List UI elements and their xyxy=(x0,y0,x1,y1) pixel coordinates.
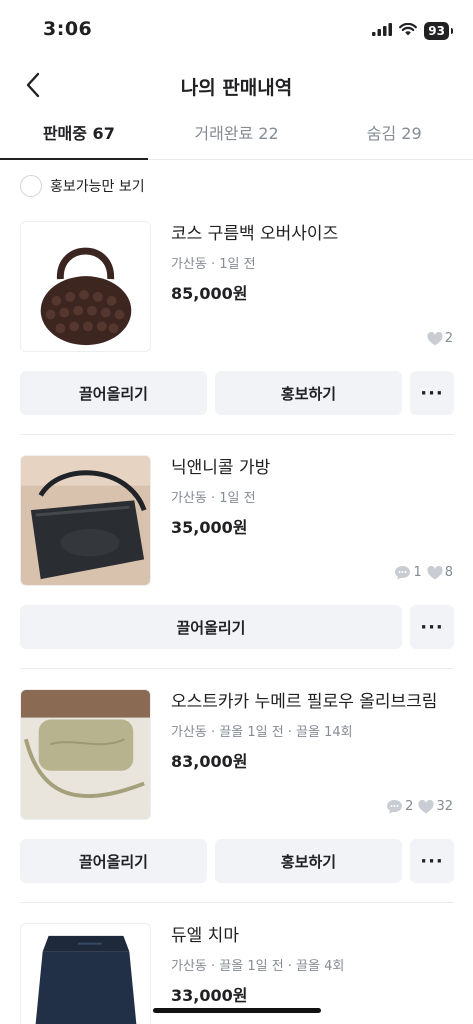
item-price: 33,000원 xyxy=(171,986,248,1005)
divider xyxy=(20,434,454,435)
status-icons: 93 xyxy=(372,21,453,40)
bag-image xyxy=(21,456,150,585)
heart-icon xyxy=(418,799,434,813)
like-count: 32 xyxy=(418,799,453,814)
more-button[interactable]: ··· xyxy=(410,839,454,883)
battery-icon: 93 xyxy=(424,21,453,40)
chat-count-value: 2 xyxy=(405,799,414,814)
item-counts: 2 32 xyxy=(386,799,453,814)
promo-filter-label: 홍보가능만 보기 xyxy=(50,179,145,195)
more-button[interactable]: ··· xyxy=(410,371,454,415)
item-price: 35,000원 xyxy=(171,518,248,537)
item-thumbnail[interactable] xyxy=(20,689,151,820)
promo-filter[interactable]: 홍보가능만 보기 xyxy=(20,175,145,197)
item-price: 85,000원 xyxy=(171,284,248,303)
divider xyxy=(20,902,454,903)
tab-completed[interactable]: 거래완료 22 xyxy=(158,112,316,159)
item-thumbnail[interactable] xyxy=(20,923,151,1024)
bag-image xyxy=(21,690,150,819)
bump-button[interactable]: 끌어올리기 xyxy=(20,839,207,883)
divider xyxy=(20,668,454,669)
home-indicator xyxy=(153,1008,321,1013)
wifi-icon xyxy=(399,21,418,40)
like-count-value: 32 xyxy=(436,799,453,814)
item-meta: 가산동 · 1일 전 xyxy=(171,257,256,272)
item-meta: 가산동 · 끌올 1일 전 · 끌올 14회 xyxy=(171,725,353,740)
item-title: 오스트카카 누메르 필로우 올리브크림 xyxy=(171,692,438,712)
item-actions: 끌어올리기 홍보하기 ··· xyxy=(20,839,454,883)
item-counts: 1 8 xyxy=(394,565,453,580)
item-thumbnail[interactable] xyxy=(20,455,151,586)
chat-count: 2 xyxy=(386,799,413,814)
item-meta: 가산동 · 끌올 1일 전 · 끌올 4회 xyxy=(171,959,345,974)
item-actions: 끌어올리기 홍보하기 ··· xyxy=(20,371,454,415)
like-count: 2 xyxy=(427,331,453,346)
item-title: 닉앤니콜 가방 xyxy=(171,458,271,478)
chat-count: 1 xyxy=(394,565,422,580)
item-price: 83,000원 xyxy=(171,752,248,771)
heart-icon xyxy=(427,565,443,579)
item-thumbnail[interactable] xyxy=(20,221,151,352)
bump-button[interactable]: 끌어올리기 xyxy=(20,371,207,415)
signal-icon xyxy=(372,21,393,40)
promote-button[interactable]: 홍보하기 xyxy=(215,839,402,883)
promo-filter-checkbox[interactable] xyxy=(20,175,42,197)
heart-icon xyxy=(427,331,443,345)
item-actions: 끌어올리기 ··· xyxy=(20,605,454,649)
tab-hidden[interactable]: 숨김 29 xyxy=(315,112,473,159)
like-count: 8 xyxy=(427,565,453,580)
status-time: 3:06 xyxy=(43,18,93,40)
item-info: 닉앤니콜 가방 가산동 · 1일 전 35,000원 xyxy=(171,455,451,538)
chat-icon xyxy=(387,800,403,814)
chat-count-value: 1 xyxy=(413,565,422,580)
bump-button[interactable]: 끌어올리기 xyxy=(20,605,402,649)
item-info: 듀엘 치마 가산동 · 끌올 1일 전 · 끌올 4회 33,000원 xyxy=(171,923,451,1006)
item-title: 코스 구름백 오버사이즈 xyxy=(171,224,339,244)
bag-image xyxy=(21,222,150,351)
status-bar: 3:06 93 xyxy=(0,0,473,60)
item-counts: 2 xyxy=(427,331,453,346)
item-info: 코스 구름백 오버사이즈 가산동 · 1일 전 85,000원 xyxy=(171,221,451,304)
chat-icon xyxy=(395,566,411,580)
more-button[interactable]: ··· xyxy=(410,605,454,649)
tab-bar: 판매중 67 거래완료 22 숨김 29 xyxy=(0,112,473,160)
header: 나의 판매내역 xyxy=(0,60,473,110)
like-count-value: 8 xyxy=(444,565,453,580)
like-count-value: 2 xyxy=(444,331,453,346)
tab-on-sale[interactable]: 판매중 67 xyxy=(0,112,158,160)
promote-button[interactable]: 홍보하기 xyxy=(215,371,402,415)
page-title: 나의 판매내역 xyxy=(180,77,293,99)
item-title: 듀엘 치마 xyxy=(171,926,239,946)
item-meta: 가산동 · 1일 전 xyxy=(171,491,256,506)
item-info: 오스트카카 누메르 필로우 올리브크림 가산동 · 끌올 1일 전 · 끌올 1… xyxy=(171,689,451,772)
skirt-image xyxy=(21,924,150,1024)
